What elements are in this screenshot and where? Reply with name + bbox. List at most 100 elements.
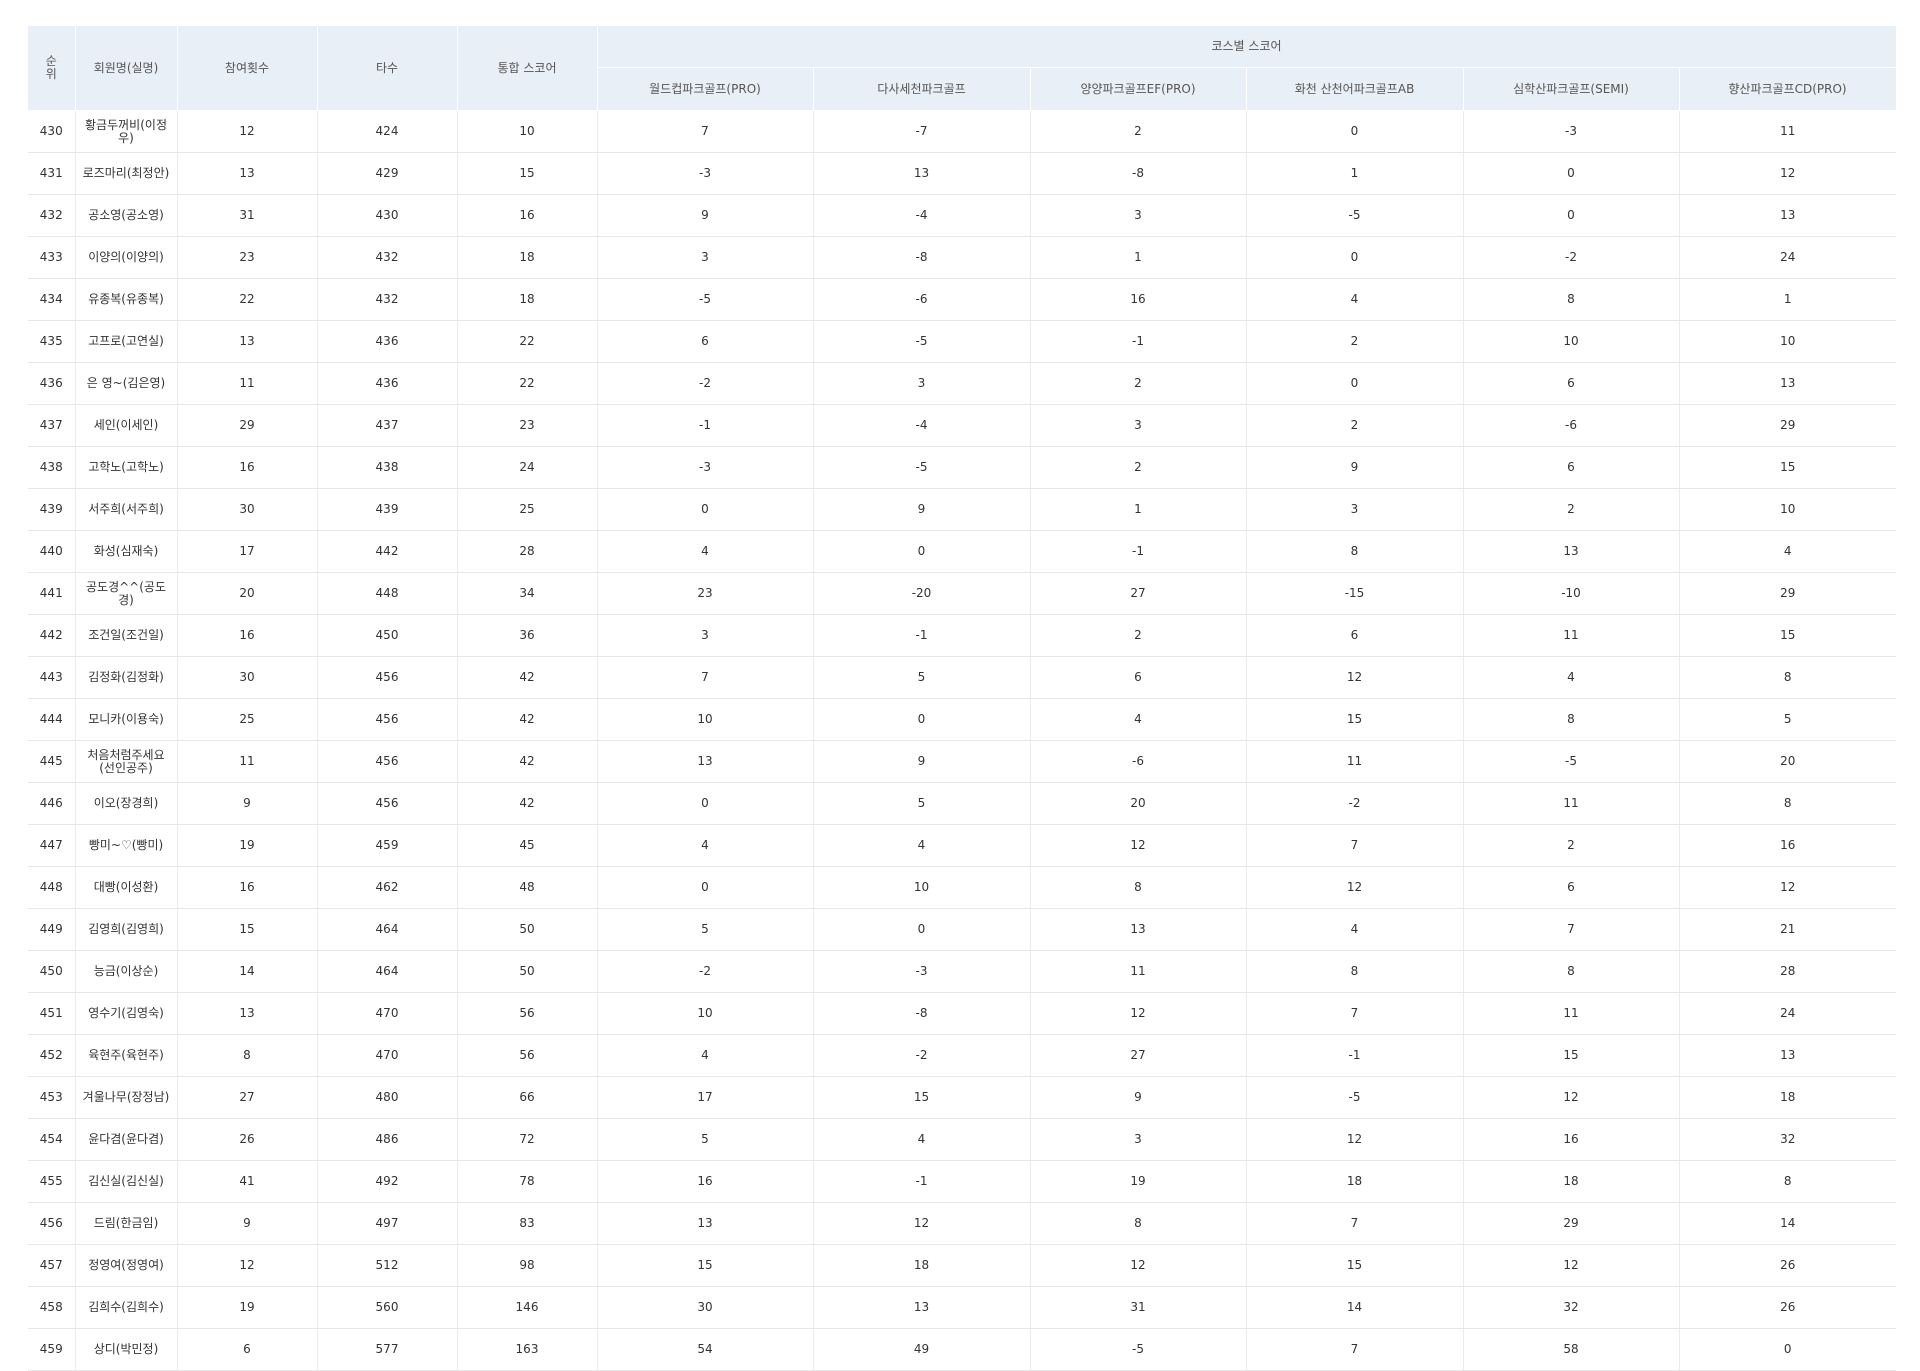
rank-cell: 439 — [28, 488, 76, 531]
course-score-cell: 8 — [1679, 782, 1896, 825]
strokes-cell: 492 — [317, 1160, 458, 1203]
member-name-cell: 정영여(정영여) — [75, 1244, 178, 1287]
col-member-header: 회원명(실명) — [75, 26, 178, 111]
total-score-cell: 22 — [457, 320, 598, 363]
course-score-cell: -5 — [1246, 194, 1464, 237]
total-score-cell: 23 — [457, 404, 598, 447]
member-name-cell: 세인(이세인) — [75, 404, 178, 447]
course-score-cell: 10 — [1463, 320, 1680, 363]
course-score-cell: -15 — [1246, 572, 1464, 615]
course-score-cell: 20 — [1030, 782, 1247, 825]
total-score-cell: 15 — [457, 152, 598, 195]
course-score-cell: 7 — [1246, 824, 1464, 867]
total-score-cell: 45 — [457, 824, 598, 867]
course-score-cell: 29 — [1679, 572, 1896, 615]
course-score-cell: 12 — [1463, 1076, 1680, 1119]
table-row: 458 김희수(김희수) 19 560 146 30 13 31 14 32 26 — [28, 1286, 1896, 1329]
course-score-cell: 29 — [1679, 404, 1896, 447]
course-score-cell: -5 — [813, 446, 1031, 489]
member-name-cell: 서주희(서주희) — [75, 488, 178, 531]
strokes-cell: 430 — [317, 194, 458, 237]
course-score-cell: 11 — [1246, 740, 1464, 783]
total-score-cell: 25 — [457, 488, 598, 531]
course-score-cell: 0 — [1679, 1328, 1896, 1371]
table-row: 451 영수기(김영숙) 13 470 56 10 -8 12 7 11 24 — [28, 992, 1896, 1035]
rank-cell: 431 — [28, 152, 76, 195]
table-row: 457 정영여(정영여) 12 512 98 15 18 12 15 12 26 — [28, 1244, 1896, 1287]
table-row: 447 빵미~♡(빵미) 19 459 45 4 4 12 7 2 16 — [28, 824, 1896, 867]
course-score-cell: 8 — [1463, 950, 1680, 993]
strokes-cell: 432 — [317, 278, 458, 321]
course-score-cell: 1 — [1030, 236, 1247, 279]
course-score-cell: 16 — [1463, 1118, 1680, 1161]
rank-cell: 436 — [28, 362, 76, 405]
table-row: 435 고프로(고연실) 13 436 22 6 -5 -1 2 10 10 — [28, 320, 1896, 363]
course-score-cell: 15 — [1679, 446, 1896, 489]
course-score-cell: 17 — [597, 1076, 814, 1119]
participation-cell: 19 — [177, 824, 318, 867]
strokes-cell: 429 — [317, 152, 458, 195]
strokes-cell: 437 — [317, 404, 458, 447]
total-score-cell: 18 — [457, 278, 598, 321]
member-name-cell: 김영희(김영희) — [75, 908, 178, 951]
course-score-cell: 4 — [1030, 698, 1247, 741]
participation-cell: 13 — [177, 152, 318, 195]
table-row: 446 이오(장경희) 9 456 42 0 5 20 -2 11 8 — [28, 782, 1896, 825]
course-score-cell: 31 — [1030, 1286, 1247, 1329]
course-score-cell: -5 — [1030, 1328, 1247, 1371]
course-score-cell: -1 — [813, 614, 1031, 657]
course-score-cell: -7 — [813, 110, 1031, 153]
rank-cell: 433 — [28, 236, 76, 279]
table-row: 432 공소영(공소영) 31 430 16 9 -4 3 -5 0 13 — [28, 194, 1896, 237]
course-score-cell: 0 — [1463, 194, 1680, 237]
total-score-cell: 98 — [457, 1244, 598, 1287]
course-score-cell: 2 — [1030, 614, 1247, 657]
col-total-score-header: 통합 스코어 — [457, 26, 598, 111]
rank-cell: 449 — [28, 908, 76, 951]
course-score-cell: 10 — [597, 698, 814, 741]
table-row: 444 모니카(이용숙) 25 456 42 10 0 4 15 8 5 — [28, 698, 1896, 741]
total-score-cell: 34 — [457, 572, 598, 615]
course-score-cell: 12 — [1030, 824, 1247, 867]
course-score-cell: 2 — [1030, 446, 1247, 489]
participation-cell: 26 — [177, 1118, 318, 1161]
course-score-cell: 4 — [597, 530, 814, 573]
rank-cell: 456 — [28, 1202, 76, 1245]
strokes-cell: 442 — [317, 530, 458, 573]
course-score-cell: -5 — [813, 320, 1031, 363]
course-score-cell: 3 — [597, 614, 814, 657]
course-score-cell: 27 — [1030, 1034, 1247, 1077]
course-score-cell: 8 — [1246, 950, 1464, 993]
participation-cell: 30 — [177, 656, 318, 699]
course-score-cell: 12 — [1463, 1244, 1680, 1287]
course-score-cell: 29 — [1463, 1202, 1680, 1245]
course-score-cell: 1 — [1246, 152, 1464, 195]
course-score-cell: 2 — [1246, 320, 1464, 363]
rank-cell: 446 — [28, 782, 76, 825]
total-score-cell: 42 — [457, 698, 598, 741]
course-score-cell: 26 — [1679, 1244, 1896, 1287]
course-score-cell: 6 — [1463, 866, 1680, 909]
table-row: 437 세인(이세인) 29 437 23 -1 -4 3 2 -6 29 — [28, 404, 1896, 447]
course-score-cell: 13 — [1463, 530, 1680, 573]
member-name-cell: 영수기(김영숙) — [75, 992, 178, 1035]
total-score-cell: 50 — [457, 908, 598, 951]
total-score-cell: 50 — [457, 950, 598, 993]
total-score-cell: 18 — [457, 236, 598, 279]
table-row: 459 상디(박민정) 6 577 163 54 49 -5 7 58 0 — [28, 1328, 1896, 1371]
rank-cell: 450 — [28, 950, 76, 993]
rank-cell: 459 — [28, 1328, 76, 1371]
table-row: 436 은 영~(김은영) 11 436 22 -2 3 2 0 6 13 — [28, 362, 1896, 405]
participation-cell: 15 — [177, 908, 318, 951]
course-score-cell: 8 — [1679, 1160, 1896, 1203]
course-score-cell: 3 — [813, 362, 1031, 405]
course-score-cell: 12 — [813, 1202, 1031, 1245]
course-score-cell: 15 — [1246, 1244, 1464, 1287]
total-score-cell: 78 — [457, 1160, 598, 1203]
course-score-cell: 54 — [597, 1328, 814, 1371]
table-row: 434 유종복(유종복) 22 432 18 -5 -6 16 4 8 1 — [28, 278, 1896, 321]
participation-cell: 30 — [177, 488, 318, 531]
strokes-cell: 448 — [317, 572, 458, 615]
total-score-cell: 42 — [457, 782, 598, 825]
participation-cell: 23 — [177, 236, 318, 279]
